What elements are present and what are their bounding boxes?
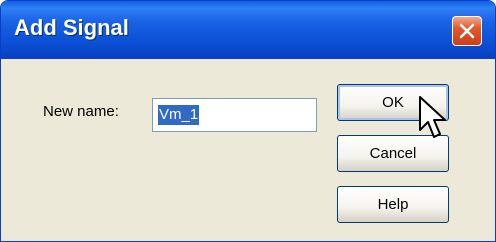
new-name-input[interactable]: Vm_1 xyxy=(152,98,317,132)
close-icon xyxy=(459,23,475,39)
cancel-button[interactable]: Cancel xyxy=(337,135,449,172)
help-button-label: Help xyxy=(377,196,409,213)
window-title: Add Signal xyxy=(14,15,129,40)
help-button[interactable]: Help xyxy=(337,186,449,223)
mouse-pointer-icon xyxy=(419,96,446,138)
ok-button-label: OK xyxy=(382,94,404,111)
new-name-selected-text: Vm_1 xyxy=(158,105,200,125)
dialog-body: New name: Vm_1 OK Cancel Help xyxy=(1,59,495,241)
close-button[interactable] xyxy=(452,16,482,46)
title-bar[interactable]: Add Signal xyxy=(1,1,495,59)
cancel-button-label: Cancel xyxy=(369,145,417,162)
new-name-label: New name: xyxy=(43,103,119,120)
